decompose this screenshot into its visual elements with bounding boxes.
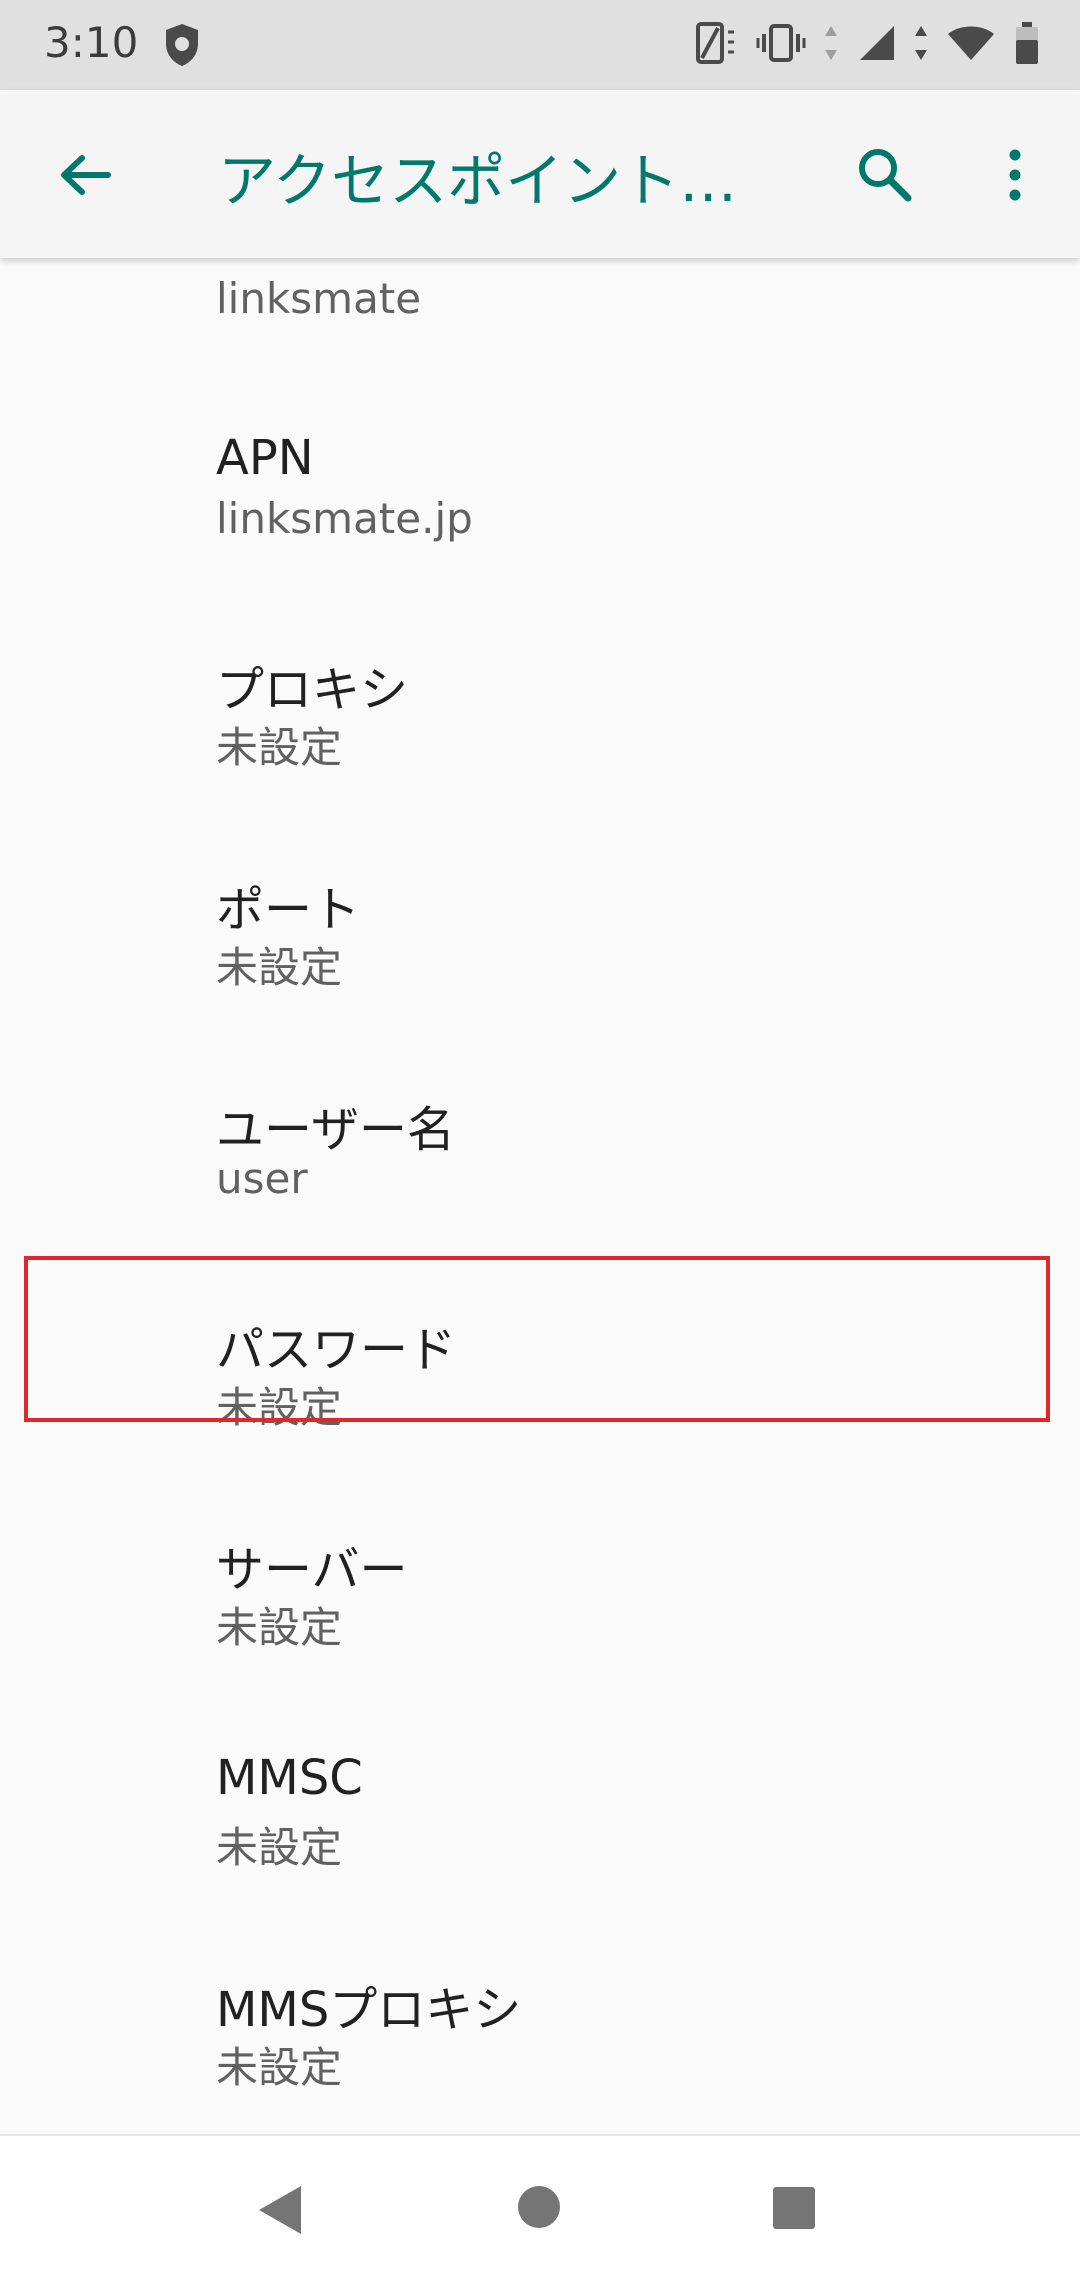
more-vert-icon <box>1009 149 1021 201</box>
item-summary: 未設定 <box>216 2043 343 2092</box>
wifi-icon <box>946 20 996 66</box>
list-item-apn[interactable]: APN linksmate.jp <box>0 378 1080 598</box>
cell-signal-icon <box>856 20 896 66</box>
status-icons <box>692 20 1040 66</box>
item-title: MMSプロキシ <box>216 1982 522 2038</box>
status-bar: 3:10 <box>0 0 1080 90</box>
item-summary: 未設定 <box>216 723 343 772</box>
app-bar: アクセスポイント… <box>0 90 1080 258</box>
battery-icon <box>1014 20 1040 66</box>
list-item-mmsc[interactable]: MMSC 未設定 <box>0 1698 1080 1918</box>
nav-home-button[interactable] <box>516 2184 562 2234</box>
item-summary: 未設定 <box>216 1603 343 1652</box>
list-item-mms-proxy[interactable]: MMSプロキシ 未設定 <box>0 1918 1080 2134</box>
vibrate-icon <box>756 20 806 66</box>
item-summary: user <box>216 1154 308 1203</box>
item-summary: linksmate.jp <box>216 494 473 543</box>
item-title: サーバー <box>216 1542 408 1598</box>
data-activity-icon <box>824 20 838 66</box>
nav-home-icon <box>518 2186 560 2228</box>
back-button[interactable] <box>50 140 120 210</box>
wifi-activity-icon <box>914 20 928 66</box>
item-title: MMSC <box>216 1750 363 1806</box>
nav-recents-icon <box>773 2187 815 2229</box>
item-summary: 未設定 <box>216 1823 343 1872</box>
list-item-proxy[interactable]: プロキシ 未設定 <box>0 598 1080 818</box>
nav-recents-button[interactable] <box>772 2186 816 2234</box>
auto-rotate-icon <box>692 20 738 66</box>
list-item-server[interactable]: サーバー 未設定 <box>0 1478 1080 1698</box>
item-summary: linksmate <box>216 274 422 323</box>
item-title: プロキシ <box>216 662 409 718</box>
nav-back-button[interactable] <box>255 2182 305 2242</box>
item-title: ポート <box>216 882 361 938</box>
more-options-button[interactable] <box>990 140 1040 210</box>
list-item-port[interactable]: ポート 未設定 <box>0 818 1080 1038</box>
page-title: アクセスポイント… <box>218 147 738 215</box>
shield-icon <box>162 22 202 72</box>
highlight-box <box>24 1256 1050 1422</box>
item-summary: 未設定 <box>216 943 343 992</box>
nav-back-icon <box>259 2186 301 2234</box>
item-title: ユーザー名 <box>216 1102 456 1158</box>
search-icon <box>859 149 912 202</box>
list-item-username[interactable]: ユーザー名 user <box>0 1038 1080 1258</box>
arrow-back-icon <box>61 155 111 195</box>
apn-settings-list: linksmate APN linksmate.jp プロキシ 未設定 ポート … <box>0 258 1080 2134</box>
navigation-bar <box>0 2134 1080 2282</box>
list-item-partial[interactable]: linksmate <box>0 258 1080 378</box>
status-time: 3:10 <box>44 18 139 67</box>
search-button[interactable] <box>850 140 920 210</box>
item-title: APN <box>216 430 314 486</box>
